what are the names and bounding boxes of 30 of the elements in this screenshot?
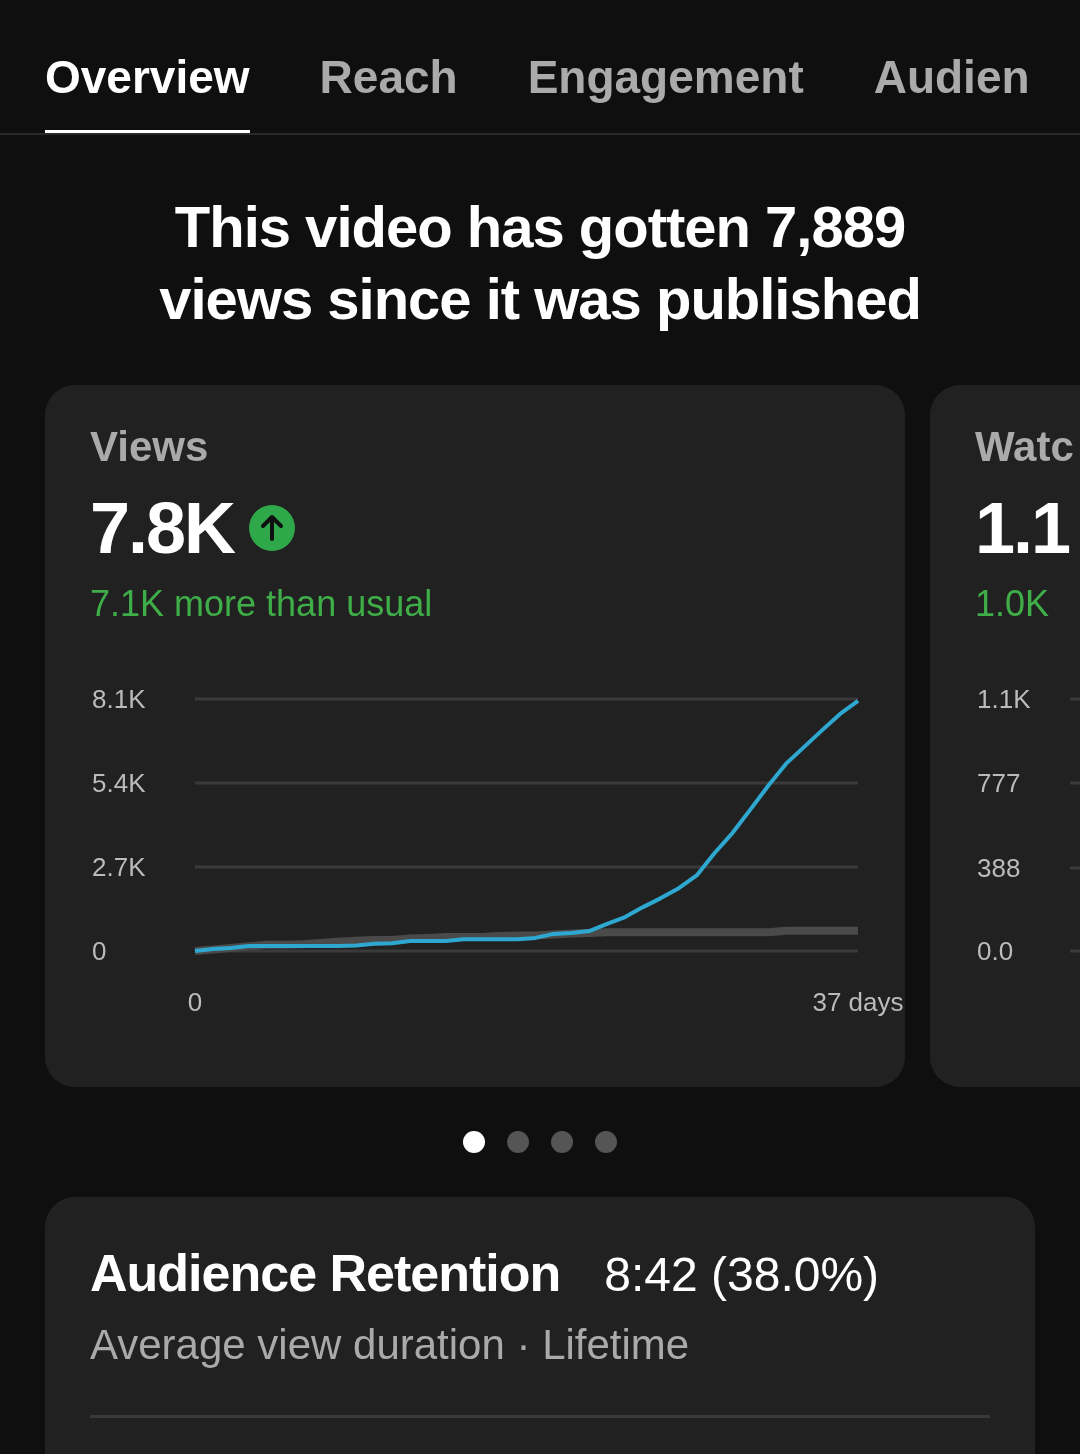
- axis-label: 8.1K: [92, 684, 146, 714]
- tab[interactable]: Engagement: [527, 0, 804, 133]
- tab[interactable]: Reach: [319, 0, 458, 133]
- page-dot[interactable]: [595, 1131, 617, 1153]
- axis-label: 1.1K: [977, 684, 1031, 714]
- card-subtitle: Average view duration · Lifetime: [90, 1321, 691, 1369]
- axis-label: 37 days: [812, 987, 904, 1017]
- tab[interactable]: Overview: [45, 0, 250, 133]
- axis-label: 388: [977, 853, 1021, 883]
- retention-value: 8:42 (38.0%): [604, 1247, 880, 1302]
- comparison-text: 7.1K more than usual: [90, 583, 434, 625]
- metric-card[interactable]: Views 7.8K 7.1K more than usual 8.1K 5.4K 2.7K 0 0 37 days: [45, 385, 905, 1087]
- page-dot[interactable]: [507, 1131, 529, 1153]
- page-dot[interactable]: [463, 1131, 485, 1153]
- comparison-text: 1.0K: [975, 583, 1051, 625]
- card-title: Audience Retention: [90, 1243, 561, 1303]
- axis-label: 5.4K: [92, 768, 146, 798]
- metric-value: 1.1: [975, 487, 1070, 569]
- axis-label: 2.7K: [92, 852, 146, 882]
- page-dot[interactable]: [551, 1131, 573, 1153]
- metric-value: 7.8K: [90, 487, 235, 569]
- card-title: Views: [90, 423, 210, 471]
- axis-label: 0.0: [977, 936, 1014, 966]
- axis-label: 777: [977, 768, 1021, 798]
- card-title: Watc: [975, 423, 1075, 471]
- headline: This video has gotten 7,889 views since it was published: [158, 193, 922, 333]
- axis-label: 0: [187, 987, 203, 1017]
- metric-card[interactable]: Watc 1.1 1.0K 1.1K 777 388 0.0: [930, 385, 1080, 1087]
- tab[interactable]: Audien: [873, 0, 1030, 133]
- axis-label: 0: [92, 936, 107, 966]
